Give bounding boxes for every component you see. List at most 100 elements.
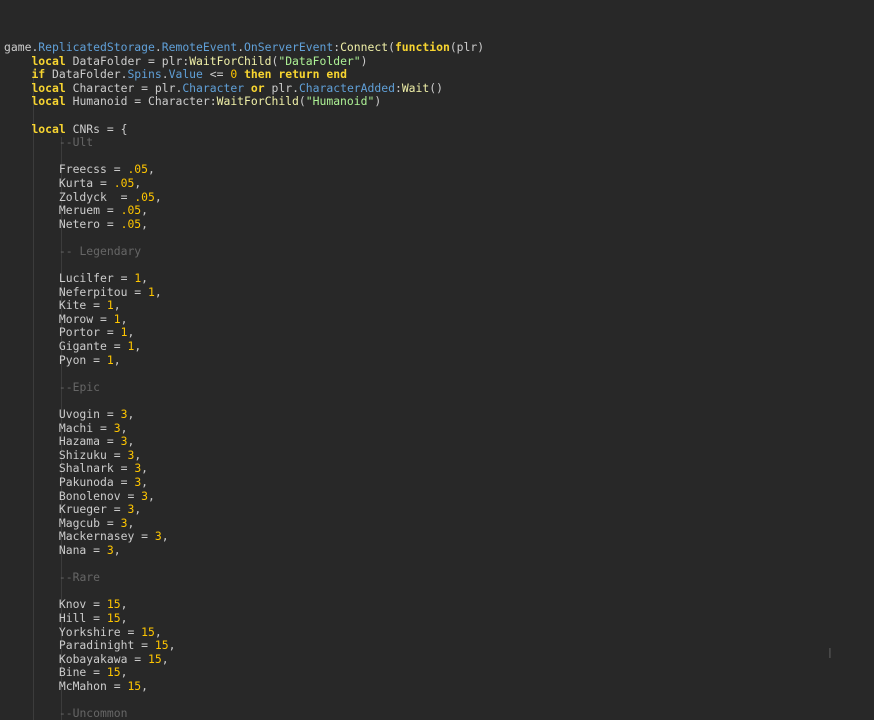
code-line[interactable]: --Uncommon — [4, 706, 484, 720]
code-token: RemoteEvent — [161, 40, 238, 54]
code-token: , — [141, 216, 149, 231]
code-line[interactable]: Knov = 15, — [4, 598, 484, 612]
code-token: Lucilfer = — [4, 271, 135, 286]
code-token: Shalnark = — [4, 461, 135, 476]
code-line[interactable]: Portor = 1, — [4, 326, 484, 340]
code-line[interactable] — [4, 558, 484, 572]
code-line[interactable]: Krueger = 3, — [4, 502, 484, 517]
code-line[interactable]: Zoldyck = .05, — [4, 189, 484, 205]
code-token: 15 — [154, 638, 169, 653]
code-line[interactable] — [4, 150, 484, 164]
code-line[interactable] — [4, 231, 484, 245]
code-line[interactable]: Hazama = 3, — [4, 434, 484, 449]
code-token: return — [278, 67, 320, 82]
code-token: , — [148, 488, 155, 503]
code-token: 1 — [148, 284, 155, 299]
code-line[interactable] — [4, 259, 484, 273]
code-line[interactable] — [4, 109, 484, 123]
code-line[interactable]: game.ReplicatedStorage.RemoteEvent.OnSer… — [4, 40, 484, 55]
code-token: <= — [202, 67, 231, 82]
code-line[interactable]: Kobayakawa = 15, — [4, 651, 484, 667]
code-line[interactable]: Gigante = 1, — [4, 339, 484, 354]
code-token: , — [120, 597, 128, 612]
code-line[interactable]: Shalnark = 3, — [4, 462, 484, 476]
code-line[interactable]: if DataFolder.Spins.Value <= 0 then retu… — [4, 67, 484, 82]
code-token: Humanoid = Character: — [65, 94, 217, 109]
code-line[interactable]: Mackernasey = 3, — [4, 530, 484, 544]
code-line[interactable]: Lucilfer = 1, — [4, 271, 484, 286]
code-line[interactable]: Netero = .05, — [4, 216, 484, 232]
code-line[interactable]: --Epic — [4, 380, 484, 395]
code-line[interactable]: Magcub = 3, — [4, 515, 484, 531]
code-line[interactable]: Pyon = 1, — [4, 352, 484, 368]
code-line[interactable]: Yorkshire = 15, — [4, 624, 484, 640]
code-token: .05 — [134, 189, 155, 204]
code-line[interactable]: --Rare — [4, 570, 484, 585]
code-token: WaitForChild — [189, 53, 272, 68]
code-token: Shizuku = — [4, 447, 128, 462]
code-line[interactable]: Neferpitou = 1, — [4, 284, 484, 300]
code-token: Knov = — [4, 597, 107, 612]
code-token: , — [161, 651, 169, 666]
code-line[interactable]: local Humanoid = Character:WaitForChild(… — [4, 95, 484, 109]
code-line[interactable]: McMahon = 15, — [4, 678, 484, 694]
code-token: McMahon = — [4, 678, 128, 693]
code-line[interactable]: Bine = 15, — [4, 666, 484, 680]
code-line[interactable] — [4, 694, 484, 708]
code-line[interactable]: -- Legendary — [4, 244, 484, 259]
code-line[interactable]: local CNRs = { — [4, 122, 484, 137]
script-editor[interactable]: game.ReplicatedStorage.RemoteEvent.OnSer… — [0, 0, 874, 720]
code-token: DataFolder = plr: — [65, 53, 190, 68]
code-token: if — [31, 67, 46, 82]
code-line[interactable] — [4, 367, 484, 381]
code-token: OnServerEvent — [244, 40, 334, 54]
code-token: 15 — [141, 624, 155, 639]
code-token: 15 — [127, 678, 142, 693]
code-line[interactable]: Kurta = .05, — [4, 175, 484, 191]
code-line[interactable]: Uvogin = 3, — [4, 407, 484, 422]
code-token: Paradinight = — [4, 638, 155, 653]
code-token: , — [127, 325, 135, 340]
code-line[interactable]: Kite = 1, — [4, 298, 484, 313]
code-token: Morow = — [4, 311, 114, 326]
code-line[interactable]: --Ult — [4, 135, 484, 150]
code-line[interactable]: Nana = 3, — [4, 543, 484, 558]
code-line[interactable]: Freecss = .05, — [4, 163, 484, 177]
code-token: , — [127, 434, 135, 449]
code-line[interactable] — [4, 394, 484, 408]
code-token: 1 — [106, 352, 114, 367]
code-token: Pakunoda = — [4, 475, 135, 489]
code-token: , — [134, 502, 142, 517]
code-token: or — [250, 80, 265, 95]
code-token: , — [154, 284, 162, 299]
code-area[interactable]: game.ReplicatedStorage.RemoteEvent.OnSer… — [4, 40, 484, 720]
code-line[interactable]: Hill = 15, — [4, 610, 484, 626]
code-line[interactable]: Meruem = .05, — [4, 203, 484, 218]
code-token: , — [127, 407, 135, 422]
code-token: then — [244, 67, 272, 82]
code-token: 15 — [106, 610, 121, 625]
code-line[interactable]: Paradinight = 15, — [4, 638, 484, 653]
code-token: local — [31, 80, 66, 95]
code-token: Magcub = — [4, 515, 121, 530]
code-line[interactable]: Shizuku = 3, — [4, 447, 484, 463]
code-line[interactable]: Machi = 3, — [4, 421, 484, 436]
code-line[interactable] — [4, 585, 484, 599]
code-token: 1 — [106, 298, 114, 313]
code-line[interactable]: Bonolenov = 3, — [4, 488, 484, 504]
code-line[interactable]: local DataFolder = plr:WaitForChild("Dat… — [4, 53, 484, 69]
code-token: Spins — [127, 67, 162, 82]
code-token: plr. — [264, 80, 299, 95]
code-token: , — [141, 461, 149, 476]
code-token: Freecss = — [4, 162, 128, 177]
code-token: game — [4, 40, 32, 54]
code-line[interactable]: local Character = plr.Character or plr.C… — [4, 80, 484, 96]
code-token: 3 — [141, 488, 149, 503]
code-token: , — [134, 447, 142, 462]
code-line[interactable]: Pakunoda = 3, — [4, 475, 484, 490]
code-token: Gigante = — [4, 339, 128, 354]
code-line[interactable]: Morow = 1, — [4, 311, 484, 327]
code-token: Kurta = — [4, 175, 114, 190]
